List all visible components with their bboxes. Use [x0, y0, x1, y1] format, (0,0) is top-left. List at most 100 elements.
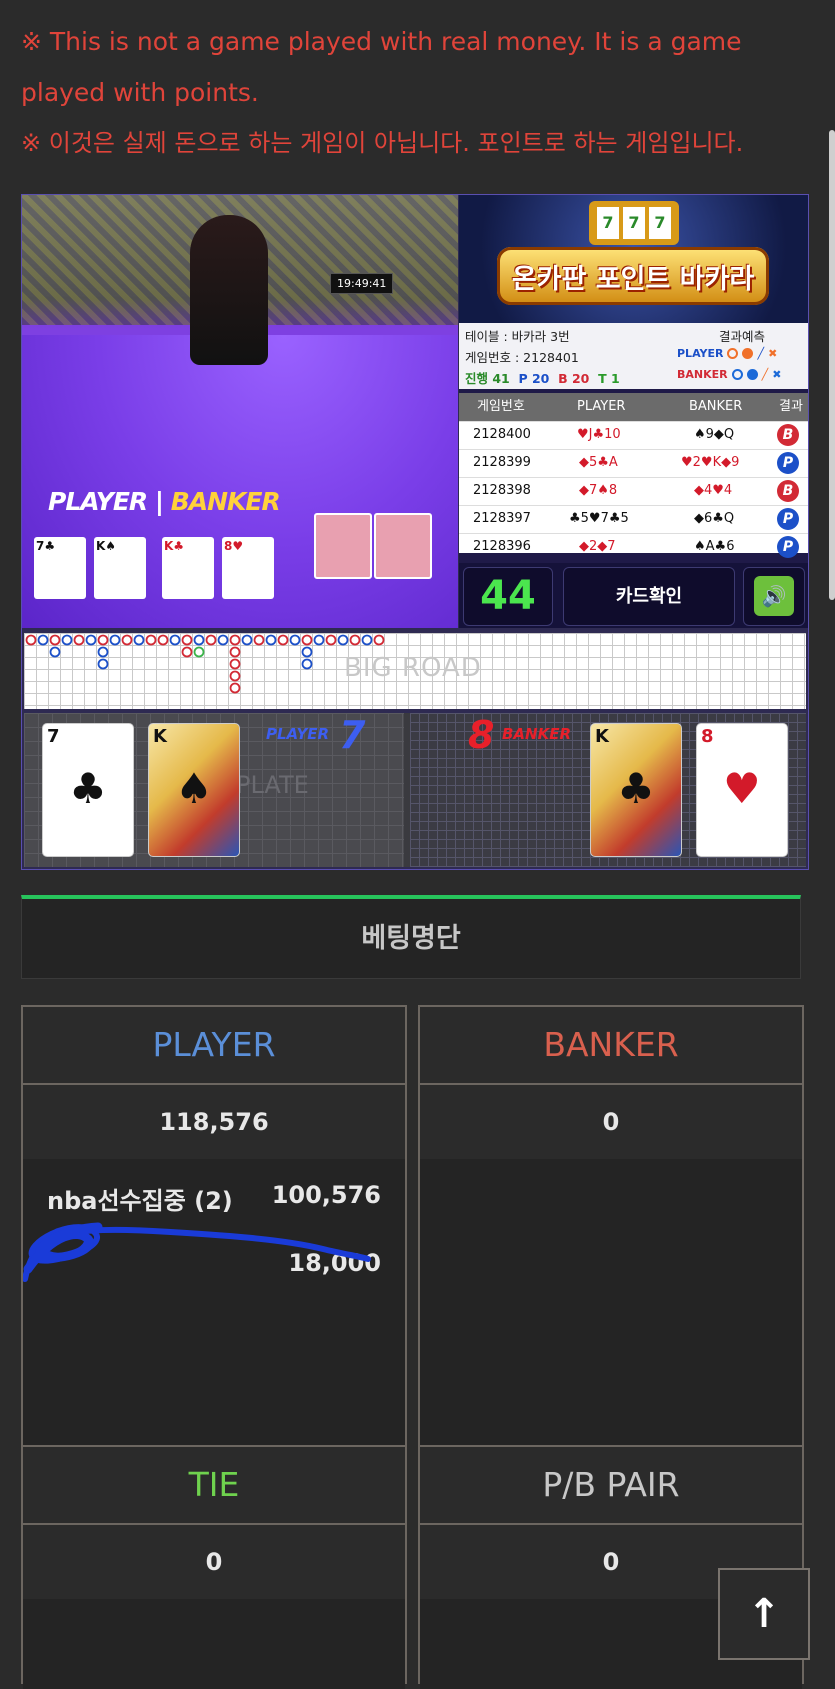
big-road-marks: [25, 634, 385, 694]
predict-player-dot-icon[interactable]: [742, 348, 754, 359]
result-badge: B: [777, 480, 799, 502]
video-card: K♠: [94, 537, 146, 599]
history-banker-cards: ♠9◆Q: [694, 427, 735, 442]
big-road-mark: [121, 634, 133, 646]
notice-english: ※ This is not a game played with real mo…: [21, 27, 742, 107]
card-suit: ♣: [69, 764, 107, 813]
history-banker-cards: ◆4♥4: [694, 483, 733, 498]
slot-reel: 7: [623, 207, 645, 239]
predict-player-label: PLAYER: [677, 347, 724, 360]
history-row: 2128397 ♣5♥7♣5 ◆6♣Q P: [459, 505, 808, 534]
predict-banker-dot-icon[interactable]: [746, 369, 758, 380]
big-road-mark: [49, 646, 61, 658]
game-banner: 7 7 7 온카판 포인트 바카라: [459, 195, 808, 323]
history-player-cards: ◆5♣A: [579, 455, 618, 470]
big-road-mark: [157, 634, 169, 646]
countdown-timer: 44: [463, 567, 553, 626]
slot-reel: 7: [597, 207, 619, 239]
history-col-result: 결과: [779, 399, 803, 414]
banner-title: 온카판 포인트 바카라: [511, 263, 755, 295]
big-road-mark: [193, 634, 205, 646]
history-table: 게임번호 PLAYER BANKER 결과 2128400 ♥J♣10 ♠9◆Q…: [459, 393, 808, 558]
predict-banker-line-icon[interactable]: ╱: [762, 368, 769, 381]
banker-bets-column: BANKER 0: [418, 1005, 804, 1445]
live-video: 19:49:41 PLAYER | BANKER 7♣ K♠ K♣ 8♥: [22, 195, 458, 628]
big-road-mark: [265, 634, 277, 646]
player-bets-total: 118,576: [23, 1085, 405, 1159]
banker-bettor-list: [420, 1159, 802, 1445]
video-card-back: [374, 513, 432, 579]
game-panel: 19:49:41 PLAYER | BANKER 7♣ K♠ K♣ 8♥ 7 7…: [21, 194, 809, 870]
tie-bets-title: TIE: [23, 1447, 405, 1525]
big-road-mark: [361, 634, 373, 646]
banker-win-count: B 20: [558, 371, 590, 386]
big-road-mark: [229, 670, 241, 682]
speaker-icon: 🔊: [754, 576, 794, 616]
player-score: 7: [339, 713, 366, 757]
big-road-mark: [37, 634, 49, 646]
big-road-mark: [73, 634, 85, 646]
card-confirm-button[interactable]: 카드확인: [563, 567, 735, 626]
big-road-mark: [25, 634, 37, 646]
big-road-mark: [181, 646, 193, 658]
tie-bets-total: 0: [23, 1525, 405, 1599]
dealer-figure: [190, 215, 268, 365]
page-scrollbar[interactable]: [829, 130, 835, 600]
banker-bets-title: BANKER: [420, 1007, 802, 1085]
big-road-mark: [133, 634, 145, 646]
big-road-mark: [373, 634, 385, 646]
table-name: 테이블 : 바카라 3번: [465, 329, 570, 344]
player-win-count: P 20: [518, 371, 550, 386]
card-rank: K: [153, 726, 167, 747]
predict-banker-ring-icon[interactable]: [731, 369, 743, 380]
big-road-mark: [325, 634, 337, 646]
history-col-player: PLAYER: [577, 399, 626, 414]
history-col-no: 게임번호: [477, 399, 525, 414]
video-card: 8♥: [222, 537, 274, 599]
card-rank: 8: [701, 726, 714, 747]
redaction-scribble: [23, 1222, 371, 1282]
video-banker-label: BANKER: [170, 487, 281, 516]
big-road-mark: [97, 646, 109, 658]
history-player-cards: ♥J♣10: [577, 427, 621, 442]
history-col-banker: BANKER: [689, 399, 743, 414]
big-road-mark: [313, 634, 325, 646]
big-road-mark: [169, 634, 181, 646]
notice-korean: ※ 이것은 실제 돈으로 하는 게임이 아닙니다. 포인트로 하는 게임입니다.: [21, 129, 744, 157]
big-road-mark: [289, 634, 301, 646]
video-card: 7♣: [34, 537, 86, 599]
big-road-mark: [97, 634, 109, 646]
big-road-mark: [229, 682, 241, 694]
tie-bettor-list: [23, 1599, 405, 1689]
card-suit: ♠: [175, 764, 213, 813]
slot-reel: 7: [649, 207, 671, 239]
plate-watermark: PLATE: [236, 771, 309, 799]
history-no: 2128399: [473, 455, 531, 470]
history-row: 2128398 ◆7♠8 ◆4♥4 B: [459, 477, 808, 506]
history-player-cards: ◆7♠8: [579, 483, 618, 498]
betting-list-header: 베팅명단: [21, 895, 801, 979]
big-road-mark: [241, 634, 253, 646]
history-row: 2128400 ♥J♣10 ♠9◆Q B: [459, 421, 808, 450]
predict-player-cross-icon[interactable]: ✖: [768, 347, 777, 360]
big-road-mark: [181, 634, 193, 646]
big-road-mark: [301, 634, 313, 646]
big-road-mark: [229, 634, 241, 646]
history-banker-cards: ♥2♥K◆9: [681, 455, 740, 470]
predict-player-ring-icon[interactable]: [727, 348, 739, 359]
big-road-mark: [85, 634, 97, 646]
big-road-mark: [217, 634, 229, 646]
table-clock: 19:49:41: [330, 273, 394, 294]
predict-player-line-icon[interactable]: ╱: [757, 347, 764, 360]
card-suit: ♥: [723, 764, 761, 813]
history-row: 2128396 ◆2◆7 ♠A♣6 P: [459, 533, 808, 561]
scroll-top-button[interactable]: ↑: [718, 1568, 810, 1660]
result-badge: P: [777, 508, 799, 530]
video-card: K♣: [162, 537, 214, 599]
big-road-mark: [193, 646, 205, 658]
banker-card-2: 8 ♥: [696, 723, 788, 857]
sound-button[interactable]: 🔊: [743, 567, 805, 626]
big-road-mark: [301, 646, 313, 658]
result-area: PLATE 7 ♣ K ♠ PLAYER 7 8 BANKER K ♣ 8 ♥: [24, 713, 806, 867]
predict-banker-cross-icon[interactable]: ✖: [772, 368, 781, 381]
